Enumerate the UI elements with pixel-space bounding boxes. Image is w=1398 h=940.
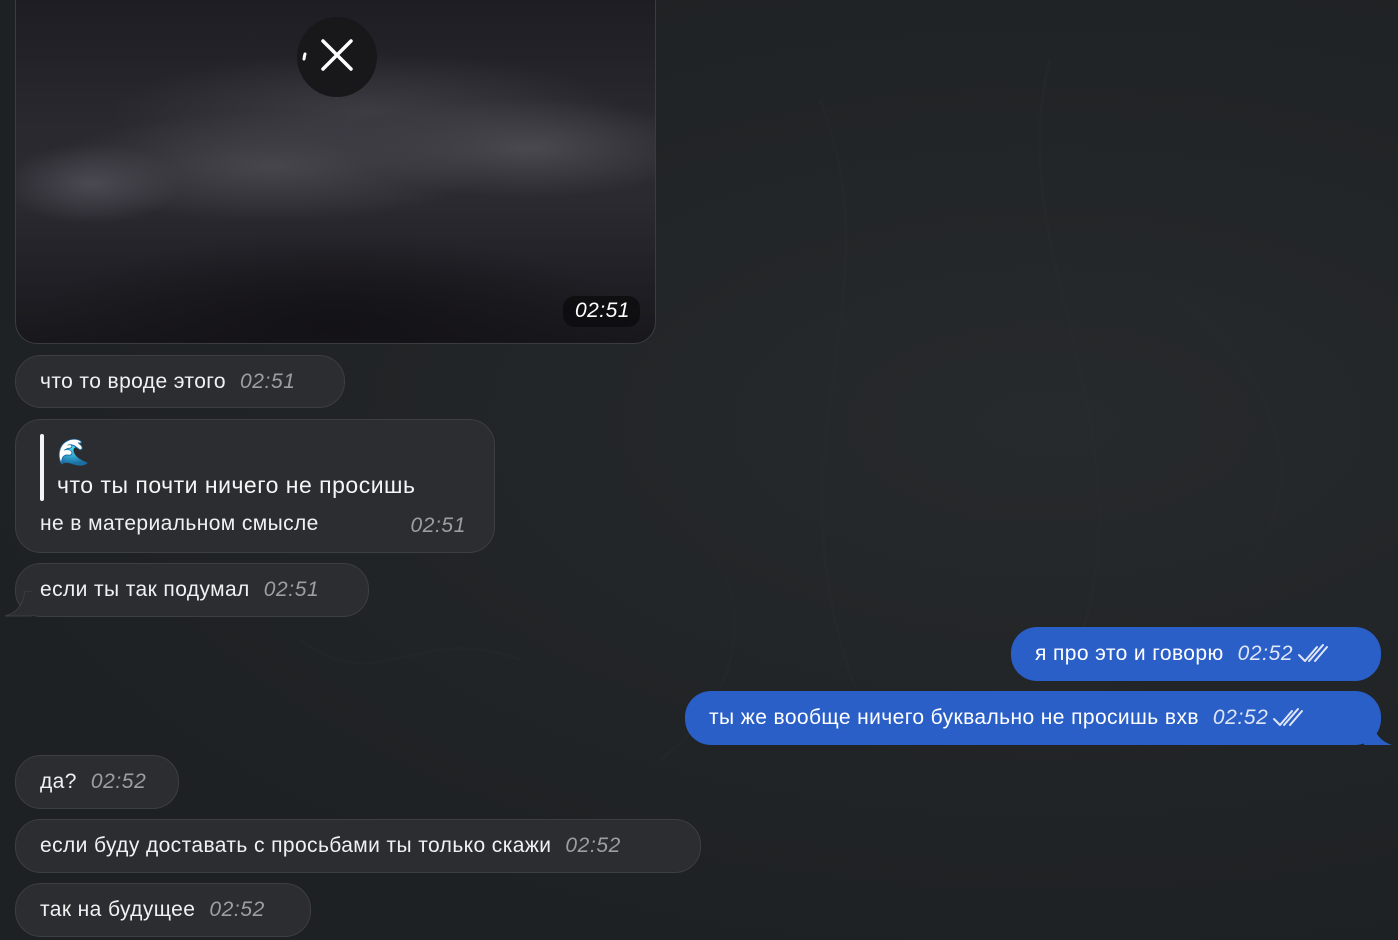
message-time: 02:52 <box>209 898 265 921</box>
message-text: так на будущее <box>40 898 196 921</box>
wave-emoji: 🌊 <box>57 437 90 467</box>
message-incoming[interactable]: да? 02:52 <box>15 755 179 809</box>
bubble-tail <box>4 591 32 617</box>
message-text: если ты так подумал <box>40 578 250 601</box>
message-incoming[interactable]: если буду доставать с просьбами ты тольк… <box>15 819 701 873</box>
media-message[interactable]: 02:51 <box>15 0 656 344</box>
message-text: не в материальном смысле <box>40 512 319 535</box>
read-checkmarks-icon <box>1298 644 1329 662</box>
message-outgoing[interactable]: я про это и говорю 02:52 <box>1011 627 1381 681</box>
close-icon <box>302 39 353 71</box>
message-text: я про это и говорю <box>1035 642 1224 665</box>
message-incoming-reply[interactable]: 🌊 что ты почти ничего не просишь не в ма… <box>15 419 495 553</box>
message-time: 02:52 <box>90 770 147 793</box>
message-text: что то вроде этого <box>40 369 226 393</box>
cancel-download-button[interactable] <box>297 17 377 97</box>
message-text: да? <box>40 770 77 793</box>
chat-area: 02:51 что то вроде этого 02:51 🌊 что ты … <box>0 0 1398 940</box>
reply-quote-bar <box>40 434 44 501</box>
message-time: 02:51 <box>263 578 320 601</box>
bubble-tail <box>1364 719 1392 745</box>
read-checkmarks-icon <box>1273 708 1304 726</box>
message-time: 02:52 <box>565 834 621 857</box>
message-incoming[interactable]: что то вроде этого 02:51 <box>15 355 345 408</box>
message-incoming[interactable]: если ты так подумал 02:51 <box>15 563 369 617</box>
media-timestamp: 02:51 <box>562 296 640 327</box>
reply-quote[interactable]: 🌊 что ты почти ничего не просишь <box>57 436 415 500</box>
message-time: 02:51 <box>410 514 466 537</box>
message-time: 02:51 <box>239 369 296 393</box>
message-time: 02:52 <box>1237 642 1294 665</box>
message-text: если буду доставать с просьбами ты тольк… <box>40 834 552 857</box>
message-outgoing[interactable]: ты же вообще ничего буквально не просишь… <box>685 691 1381 745</box>
message-text: ты же вообще ничего буквально не просишь… <box>709 706 1199 729</box>
reply-quote-text: что ты почти ничего не просишь <box>57 472 416 498</box>
message-time: 02:52 <box>1212 706 1269 729</box>
message-incoming[interactable]: так на будущее 02:52 <box>15 883 311 937</box>
